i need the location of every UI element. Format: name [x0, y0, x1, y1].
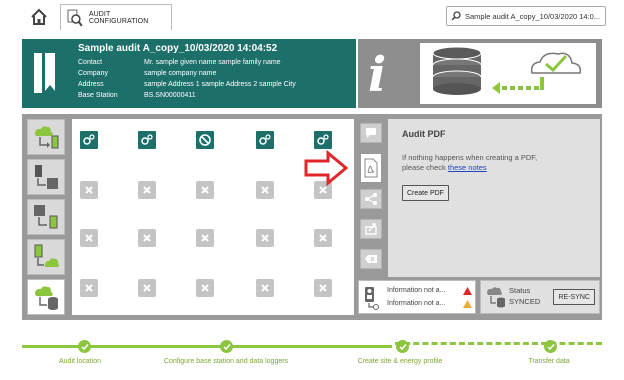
step-check-icon[interactable] — [544, 340, 557, 353]
step-label-create-site[interactable]: Create site & energy profile — [358, 358, 443, 365]
tab-label: AUDIT CONFIGURATION — [88, 10, 149, 25]
search-value: Sample audit A_copy_10/03/2020 14:0... — [465, 11, 601, 21]
home-icon — [31, 8, 47, 25]
top-bar: AUDIT CONFIGURATION Sample audit A_copy_… — [0, 0, 624, 34]
database-cloud-icon — [432, 46, 582, 95]
audit-title: Sample audit A_copy_10/03/2020 14:04:52 — [78, 43, 278, 54]
pdf-icon — [364, 158, 378, 178]
config-gear-icon[interactable] — [138, 131, 156, 149]
these-notes-link[interactable]: these notes — [448, 163, 487, 172]
nav-cloud-to-database[interactable] — [27, 279, 65, 315]
share-button[interactable] — [360, 189, 382, 209]
progress-line-pending — [395, 342, 602, 345]
left-nav — [27, 119, 69, 315]
remove-x-icon[interactable] — [80, 279, 98, 297]
step-check-icon[interactable] — [220, 340, 233, 353]
share-icon — [365, 193, 377, 205]
cloud-sync-icon — [487, 287, 505, 308]
config-gear-icon[interactable] — [314, 131, 332, 149]
error-triangle-icon — [463, 287, 472, 295]
device-to-cloud-icon — [34, 244, 59, 267]
remove-x-icon[interactable] — [80, 181, 98, 199]
step-label-audit-location[interactable]: Audit location — [59, 358, 101, 365]
info-icon: i — [368, 47, 387, 103]
delete-icon — [365, 255, 377, 263]
logger-to-device-icon — [34, 205, 58, 229]
audit-pdf-panel: Audit PDF If nothing happens when creati… — [388, 119, 600, 277]
detail-row: Contact Mr. sample given name sample fam… — [78, 57, 296, 68]
delete-button[interactable] — [360, 249, 382, 269]
remove-x-icon[interactable] — [196, 279, 214, 297]
step-label-configure[interactable]: Configure base station and data loggers — [164, 358, 288, 365]
nav-device-to-logger[interactable] — [27, 159, 65, 195]
comments-button[interactable] — [360, 123, 382, 143]
bookmark-logo-icon — [34, 53, 55, 93]
remove-x-icon[interactable] — [256, 279, 274, 297]
sync-status-box: Status SYNCED RE-SYNC — [480, 280, 600, 314]
detail-row: Address sample Address 1 sample Address … — [78, 79, 296, 90]
step-check-icon[interactable] — [78, 340, 91, 353]
search-icon — [451, 11, 461, 21]
detail-row: Base Station BS.SN00000411 — [78, 90, 296, 101]
step-check-icon[interactable] — [396, 340, 409, 353]
detail-value: BS.SN00000411 — [144, 92, 196, 99]
detail-key: Contact — [78, 59, 103, 66]
audit-search-field[interactable]: Sample audit A_copy_10/03/2020 14:0... — [446, 6, 606, 26]
remove-x-icon[interactable] — [80, 229, 98, 247]
status-label: Status — [509, 286, 531, 295]
audit-header-card: Sample audit A_copy_10/03/2020 14:04:52 … — [22, 39, 356, 108]
nav-device-to-cloud[interactable] — [27, 239, 65, 275]
info-line-2: Information not a... — [387, 300, 446, 307]
remove-x-icon[interactable] — [256, 229, 274, 247]
remove-x-icon[interactable] — [196, 181, 214, 199]
pdf-text-line-1: If nothing happens when creating a PDF, — [402, 153, 538, 162]
pdf-description: If nothing happens when creating a PDF, … — [402, 153, 592, 173]
config-gear-icon[interactable] — [256, 131, 274, 149]
audit-pdf-button[interactable] — [360, 153, 382, 183]
tab-audit-configuration[interactable]: AUDIT CONFIGURATION — [60, 4, 172, 30]
device-to-logger-icon — [35, 165, 58, 189]
info-line-1: Information not a... — [387, 287, 446, 294]
transfer-illustration — [420, 43, 596, 104]
remove-x-icon[interactable] — [138, 181, 156, 199]
remove-x-icon[interactable] — [256, 181, 274, 199]
logger-device-icon — [365, 287, 379, 310]
nav-logger-to-device[interactable] — [27, 199, 65, 235]
detail-key: Address — [78, 81, 104, 88]
warning-triangle-icon — [463, 300, 472, 308]
create-pdf-button[interactable]: Create PDF — [402, 185, 449, 201]
config-gear-icon[interactable] — [80, 131, 98, 149]
detail-value: Mr. sample given name sample family name — [144, 59, 281, 66]
audit-search-icon — [67, 9, 83, 27]
status-value: SYNCED — [509, 297, 541, 306]
remove-x-icon[interactable] — [196, 229, 214, 247]
info-panel: i — [358, 39, 602, 108]
pdf-text-line-2: please check — [402, 163, 448, 172]
audit-details-table: Contact Mr. sample given name sample fam… — [78, 57, 296, 101]
detail-row: Company sample company name — [78, 68, 296, 79]
cloud-to-database-icon — [35, 286, 58, 310]
detail-value: sample company name — [144, 70, 217, 77]
home-button[interactable] — [26, 5, 52, 29]
remove-x-icon[interactable] — [138, 279, 156, 297]
remove-x-icon[interactable] — [138, 229, 156, 247]
device-info-box: Information not a... Information not a..… — [358, 280, 476, 314]
export-icon — [365, 223, 377, 235]
nav-cloud-to-logger[interactable] — [27, 119, 65, 155]
progress-steps: Audit location Configure base station an… — [22, 336, 602, 376]
export-button[interactable] — [360, 219, 382, 239]
cloud-to-device-icon — [35, 126, 59, 149]
remove-x-icon[interactable] — [314, 229, 332, 247]
detail-key: Company — [78, 70, 108, 77]
disabled-ban-icon[interactable] — [196, 131, 214, 149]
resync-button[interactable]: RE-SYNC — [553, 289, 595, 305]
remove-x-icon[interactable] — [314, 279, 332, 297]
step-label-transfer[interactable]: Transfer data — [528, 358, 569, 365]
speech-bubble-icon — [366, 128, 376, 138]
detail-key: Base Station — [78, 92, 118, 99]
pdf-title: Audit PDF — [402, 129, 446, 139]
device-grid — [72, 119, 354, 315]
detail-value: sample Address 1 sample Address 2 sample… — [144, 81, 296, 88]
red-arrow-annotation — [304, 150, 348, 186]
